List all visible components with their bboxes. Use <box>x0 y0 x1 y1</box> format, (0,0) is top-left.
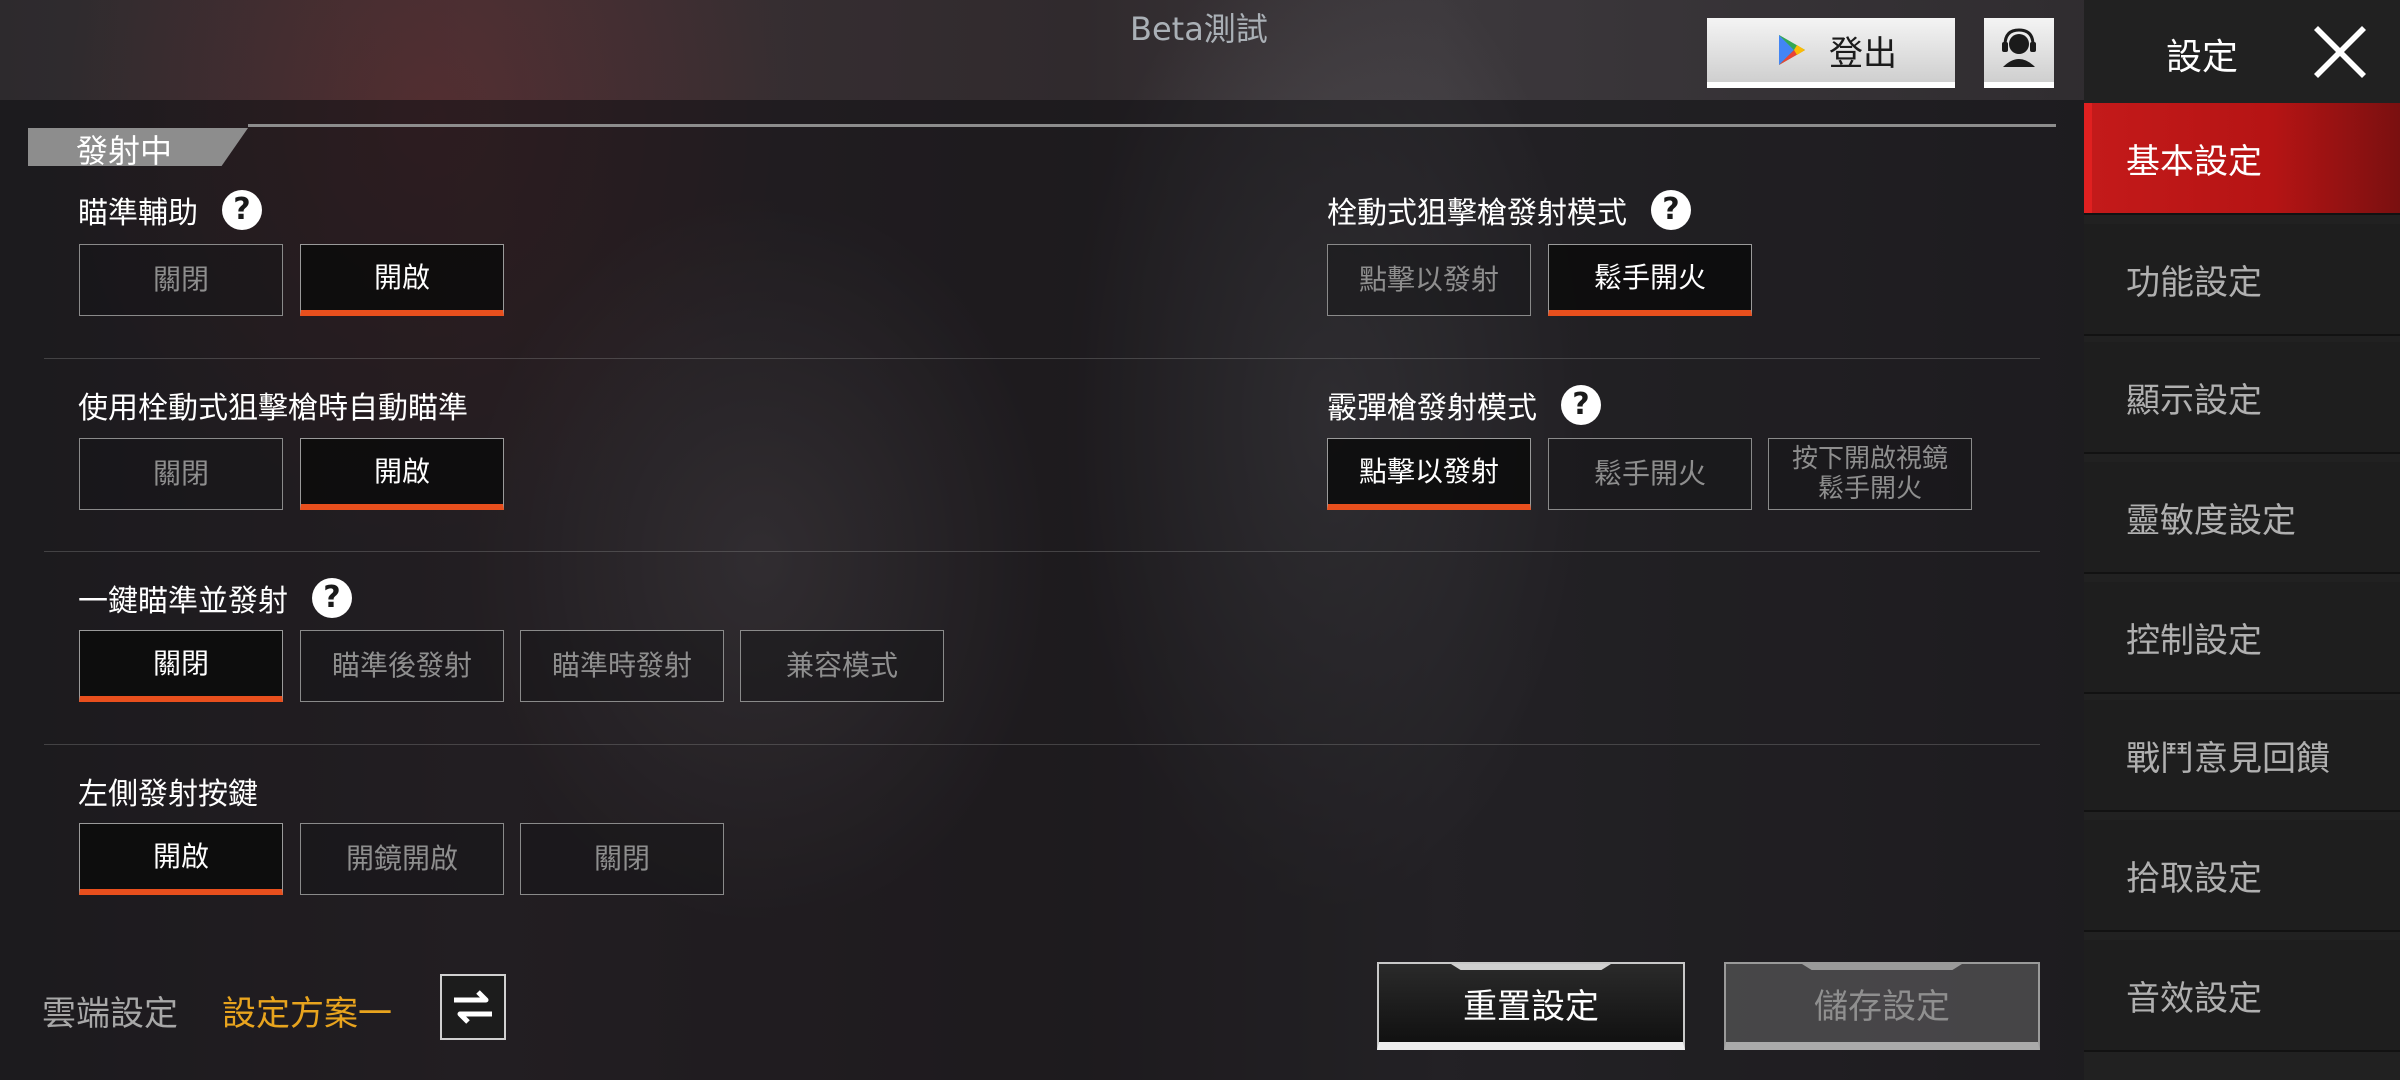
google-play-icon <box>1779 35 1805 65</box>
button-notch <box>1802 964 1962 970</box>
aim-assist-label: 瞄準輔助 ? <box>78 188 262 232</box>
sidebar-item-display[interactable]: 顯示設定 <box>2084 342 2400 454</box>
left-fire-on[interactable]: 開啟 <box>79 823 283 895</box>
bolt-fire-mode-label: 栓動式狙擊槍發射模式 ? <box>1327 188 1691 232</box>
item-edge <box>2084 700 2092 810</box>
sidebar-item-control[interactable]: 控制設定 <box>2084 582 2400 694</box>
aim-assist-off[interactable]: 關閉 <box>79 244 283 316</box>
bolt-auto-aim-on[interactable]: 開啟 <box>300 438 504 510</box>
row-divider <box>44 551 2040 552</box>
help-icon[interactable]: ? <box>312 578 352 618</box>
sidebar-item-sensitivity[interactable]: 靈敏度設定 <box>2084 462 2400 574</box>
left-fire-button-text: 左側發射按鍵 <box>78 777 258 812</box>
help-icon[interactable]: ? <box>1561 385 1601 425</box>
left-fire-button-label: 左側發射按鍵 <box>78 769 258 813</box>
close-icon[interactable] <box>2310 20 2370 80</box>
sidebar-item-label: 靈敏度設定 <box>2126 500 2296 541</box>
aim-assist-text: 瞄準輔助 <box>78 196 198 231</box>
save-settings-button[interactable]: 儲存設定 <box>1724 962 2040 1050</box>
one-key-compat-mode[interactable]: 兼容模式 <box>740 630 944 702</box>
settings-scheme-label[interactable]: 設定方案一 <box>222 986 392 1035</box>
reset-label: 重置設定 <box>1463 986 1599 1027</box>
row-divider <box>44 744 2040 745</box>
sidebar-item-label: 戰鬥意見回饋 <box>2126 738 2330 779</box>
section-divider-line <box>248 124 2056 127</box>
sidebar-item-audio[interactable]: 音效設定 <box>2084 940 2400 1052</box>
sidebar-item-label: 音效設定 <box>2126 978 2262 1019</box>
support-headset-icon <box>2002 28 2036 67</box>
shotgun-fire-mode-text: 霰彈槍發射模式 <box>1327 391 1537 426</box>
sidebar-item-combat-feedback[interactable]: 戰鬥意見回饋 <box>2084 700 2400 812</box>
switch-scheme-button[interactable] <box>440 974 506 1040</box>
reset-settings-button[interactable]: 重置設定 <box>1377 962 1685 1050</box>
item-edge <box>2084 342 2092 452</box>
one-key-off[interactable]: 關閉 <box>79 630 283 702</box>
shotgun-fire-release[interactable]: 鬆手開火 <box>1548 438 1752 510</box>
logout-label: 登出 <box>1829 33 1897 74</box>
sidebar-item-label: 基本設定 <box>2126 141 2262 182</box>
sidebar-item-function[interactable]: 功能設定 <box>2084 224 2400 336</box>
bolt-auto-aim-label: 使用栓動式狙擊槍時自動瞄準 <box>78 383 468 427</box>
item-edge <box>2084 462 2092 572</box>
button-notch <box>1451 964 1611 970</box>
sidebar-item-label: 顯示設定 <box>2126 380 2262 421</box>
settings-sidebar: 設定 基本設定 功能設定 顯示設定 靈敏度設定 控制設定 戰鬥意見回饋 拾取設定… <box>2084 0 2400 1080</box>
bolt-auto-aim-text: 使用栓動式狙擊槍時自動瞄準 <box>78 391 468 426</box>
section-tab: 發射中 <box>28 128 248 166</box>
sidebar-item-pickup[interactable]: 拾取設定 <box>2084 820 2400 932</box>
left-fire-scope-on[interactable]: 開鏡開啟 <box>300 823 504 895</box>
logout-button[interactable]: 登出 <box>1707 18 1955 88</box>
active-indicator <box>2084 103 2092 213</box>
bolt-auto-aim-off[interactable]: 關閉 <box>79 438 283 510</box>
item-edge <box>2084 940 2092 1050</box>
bolt-fire-release[interactable]: 鬆手開火 <box>1548 244 1752 316</box>
sidebar-item-basic[interactable]: 基本設定 <box>2084 103 2400 215</box>
bolt-fire-mode-text: 栓動式狙擊槍發射模式 <box>1327 196 1627 231</box>
sidebar-item-label: 控制設定 <box>2126 620 2262 661</box>
sidebar-title: 設定 <box>2166 37 2239 78</box>
aim-assist-on[interactable]: 開啟 <box>300 244 504 316</box>
one-key-aim-fire-text: 一鍵瞄準並發射 <box>78 584 288 619</box>
item-edge <box>2084 820 2092 930</box>
left-fire-off[interactable]: 關閉 <box>520 823 724 895</box>
shotgun-fire-tap[interactable]: 點擊以發射 <box>1327 438 1531 510</box>
section-title: 發射中 <box>76 132 173 170</box>
item-edge <box>2084 582 2092 692</box>
item-edge <box>2084 224 2092 334</box>
beta-label: Beta測試 <box>1130 10 1268 48</box>
sidebar-item-label: 功能設定 <box>2126 262 2262 303</box>
one-key-aim-fire-label: 一鍵瞄準並發射 ? <box>78 576 352 620</box>
help-icon[interactable]: ? <box>1651 190 1691 230</box>
cloud-settings-label: 雲端設定 <box>42 994 178 1034</box>
save-label: 儲存設定 <box>1814 986 1950 1027</box>
row-divider <box>44 358 2040 359</box>
sidebar-item-label: 拾取設定 <box>2126 858 2262 899</box>
shotgun-fire-mode-label: 霰彈槍發射模式 ? <box>1327 383 1601 427</box>
swap-arrows-icon <box>454 990 492 1024</box>
one-key-after-aim[interactable]: 瞄準後發射 <box>300 630 504 702</box>
bolt-fire-tap[interactable]: 點擊以發射 <box>1327 244 1531 316</box>
help-icon[interactable]: ? <box>222 190 262 230</box>
shotgun-fire-scope-release[interactable]: 按下開啟視鏡 鬆手開火 <box>1768 438 1972 510</box>
support-button[interactable] <box>1984 18 2054 88</box>
one-key-while-aim[interactable]: 瞄準時發射 <box>520 630 724 702</box>
